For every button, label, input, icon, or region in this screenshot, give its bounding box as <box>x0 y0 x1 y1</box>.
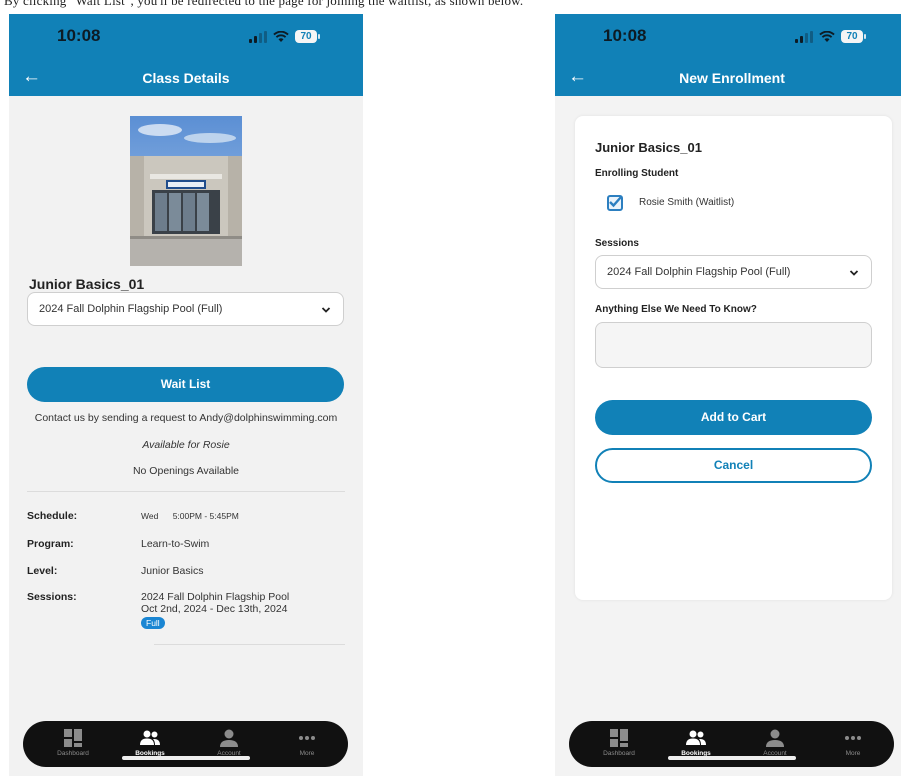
chevron-down-icon <box>849 270 859 276</box>
more-icon <box>299 736 315 740</box>
page-title: New Enrollment <box>679 70 785 86</box>
notes-label: Anything Else We Need To Know? <box>595 304 757 315</box>
tab-more[interactable]: More <box>823 726 883 757</box>
status-icons: 70 <box>795 30 866 43</box>
battery-icon: 70 <box>295 30 320 43</box>
sessions-label: Sessions <box>595 238 639 249</box>
class-name: Junior Basics_01 <box>29 276 145 292</box>
new-enrollment-screen: 10:08 70 ← New Enrollment Junior Basics_… <box>555 14 901 776</box>
enrolling-student-label: Enrolling Student <box>595 168 679 179</box>
contact-text: Contact us by sending a request to Andy@… <box>34 412 338 424</box>
sessions-dates: Oct 2nd, 2024 - Dec 13th, 2024 <box>141 603 288 615</box>
status-time: 10:08 <box>603 26 647 45</box>
schedule-value: Wed 5:00PM - 5:45PM <box>141 511 239 521</box>
wait-list-button[interactable]: Wait List <box>27 367 344 402</box>
class-details-screen: 10:08 70 ← Class Details Junior Basics_0… <box>9 14 363 776</box>
home-indicator <box>668 756 796 760</box>
tab-bookings[interactable]: Bookings <box>120 726 180 757</box>
tab-bar: Dashboard Bookings Account More <box>569 721 894 767</box>
session-select[interactable]: 2024 Fall Dolphin Flagship Pool (Full) <box>27 292 344 326</box>
status-bar: 10:08 70 <box>555 14 901 62</box>
battery-icon: 70 <box>841 30 866 43</box>
tab-bar: Dashboard Bookings Account More <box>23 721 348 767</box>
nav-bar: ← Class Details <box>9 62 363 96</box>
cancel-button[interactable]: Cancel <box>595 448 872 483</box>
sessions-value: 2024 Fall Dolphin Flagship Pool Oct 2nd,… <box>141 591 289 629</box>
level-label: Level: <box>27 565 58 577</box>
student-name: Rosie Smith (Waitlist) <box>639 197 735 208</box>
wifi-icon <box>273 30 289 42</box>
notes-textarea[interactable] <box>595 322 872 368</box>
schedule-time: 5:00PM - 5:45PM <box>172 511 239 521</box>
sessions-label: Sessions: <box>27 591 77 603</box>
program-label: Program: <box>27 538 74 550</box>
signal-icon <box>249 30 267 43</box>
wifi-icon <box>819 30 835 42</box>
add-to-cart-button[interactable]: Add to Cart <box>595 400 872 435</box>
tab-dashboard-label: Dashboard <box>57 750 89 757</box>
divider <box>154 644 345 645</box>
schedule-day: Wed <box>141 511 159 521</box>
status-icons: 70 <box>249 30 320 43</box>
sessions-name: 2024 Fall Dolphin Flagship Pool <box>141 591 290 603</box>
tab-more[interactable]: More <box>277 726 337 757</box>
enrollment-card: Junior Basics_01 Enrolling Student Rosie… <box>575 116 892 600</box>
account-icon <box>766 729 784 747</box>
tab-account[interactable]: Account <box>745 726 805 757</box>
tab-dashboard-label: Dashboard <box>603 750 635 757</box>
divider <box>27 491 345 492</box>
session-select-value: 2024 Fall Dolphin Flagship Pool (Full) <box>607 266 791 278</box>
account-icon <box>220 729 238 747</box>
tab-more-label: More <box>845 750 861 757</box>
available-for-text: Available for Rosie <box>142 439 230 451</box>
dashboard-icon <box>610 729 628 747</box>
nav-bar: ← New Enrollment <box>555 62 901 96</box>
session-select[interactable]: 2024 Fall Dolphin Flagship Pool (Full) <box>595 255 872 289</box>
program-value: Learn-to-Swim <box>141 538 210 550</box>
home-indicator <box>122 756 250 760</box>
tab-bookings[interactable]: Bookings <box>666 726 726 757</box>
student-checkbox[interactable] <box>607 195 623 211</box>
status-badge: Full <box>141 617 165 629</box>
schedule-label: Schedule: <box>27 510 78 522</box>
status-time: 10:08 <box>57 26 101 45</box>
check-icon <box>609 196 622 208</box>
openings-text: No Openings Available <box>132 465 240 477</box>
caption-text-fragment: By clicking "Wait List", you'll be redir… <box>4 0 524 8</box>
level-value: Junior Basics <box>141 565 204 577</box>
signal-icon <box>795 30 813 43</box>
chevron-down-icon <box>321 307 331 313</box>
tab-dashboard[interactable]: Dashboard <box>589 726 649 757</box>
tab-more-label: More <box>299 750 315 757</box>
screenshot-page: By clicking "Wait List", you'll be redir… <box>0 0 901 776</box>
tab-dashboard[interactable]: Dashboard <box>43 726 103 757</box>
dashboard-icon <box>64 729 82 747</box>
class-name: Junior Basics_01 <box>595 140 702 155</box>
page-title: Class Details <box>142 70 230 86</box>
more-icon <box>845 736 861 740</box>
session-select-value: 2024 Fall Dolphin Flagship Pool (Full) <box>39 303 223 315</box>
status-bar: 10:08 70 <box>9 14 363 62</box>
facility-photo <box>130 116 242 266</box>
bookings-icon <box>140 730 160 745</box>
tab-account[interactable]: Account <box>199 726 259 757</box>
bookings-icon <box>686 730 706 745</box>
